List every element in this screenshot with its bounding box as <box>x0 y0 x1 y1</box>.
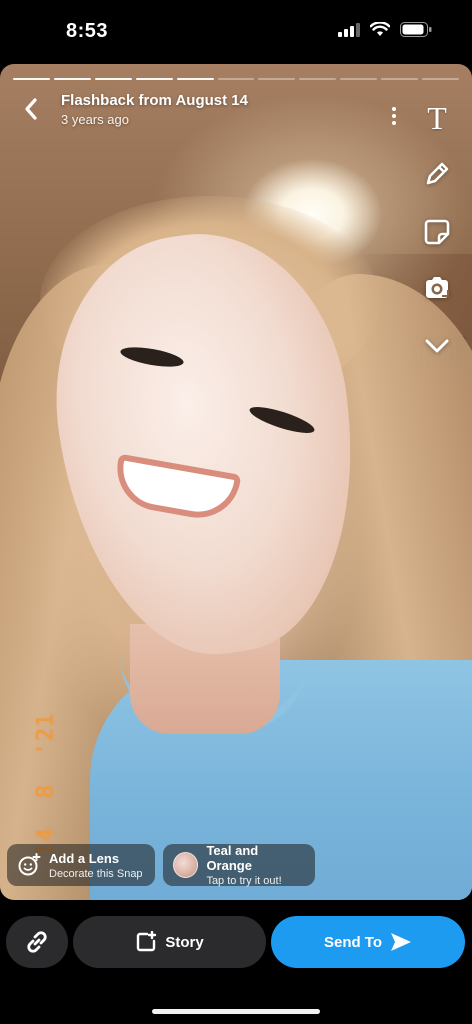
add-lens-button[interactable]: Add a Lens Decorate this Snap <box>7 844 155 886</box>
snap-title: Flashback from August 14 <box>61 92 248 109</box>
status-bar: 8:53 <box>0 0 472 64</box>
bottom-action-bar: Story Send To <box>0 912 472 974</box>
progress-segment <box>299 78 337 80</box>
more-dot-icon <box>392 121 396 125</box>
back-button[interactable] <box>16 94 46 124</box>
home-indicator[interactable] <box>152 1009 320 1014</box>
add-story-icon <box>137 931 157 952</box>
sticker-icon <box>424 219 450 245</box>
story-button[interactable]: Story <box>73 916 266 968</box>
smiley-plus-icon <box>18 853 41 876</box>
send-to-button[interactable]: Send To <box>271 916 465 968</box>
battery-icon <box>400 22 432 37</box>
lens-tool-button[interactable] <box>419 270 455 306</box>
progress-segment <box>176 78 214 80</box>
text-tool-button[interactable]: T <box>419 100 455 136</box>
chevron-left-icon <box>25 98 37 120</box>
story-label: Story <box>165 933 204 951</box>
status-icons <box>338 22 432 37</box>
progress-segment <box>13 78 50 80</box>
progress-segment <box>135 78 173 80</box>
progress-segment <box>217 78 255 80</box>
pencil-icon <box>426 162 449 185</box>
text-tool-icon: T <box>427 100 447 136</box>
cellular-signal-icon <box>338 22 360 37</box>
draw-tool-button[interactable] <box>419 156 455 192</box>
more-options-button[interactable] <box>386 104 402 128</box>
chevron-down-icon <box>425 339 449 353</box>
add-lens-subtitle: Decorate this Snap <box>49 867 143 880</box>
send-to-label: Send To <box>323 933 383 951</box>
teal-orange-filter-button[interactable]: Teal and Orange Tap to try it out! <box>163 843 315 887</box>
date-stamp-text: 14 8 '21 <box>33 712 59 856</box>
story-progress-bar <box>13 78 459 80</box>
link-button[interactable] <box>6 916 68 968</box>
add-lens-title: Add a Lens <box>49 850 120 866</box>
progress-segment <box>422 78 459 80</box>
link-icon <box>27 931 47 953</box>
progress-segment <box>381 78 419 80</box>
progress-segment <box>94 78 132 80</box>
snap-media[interactable]: Flashback from August 14 3 years ago T 1… <box>0 64 472 900</box>
filter-subtitle: Tap to try it out! <box>206 875 282 887</box>
send-arrow-icon <box>391 933 412 951</box>
progress-segment <box>258 78 296 80</box>
filter-preview-avatar <box>173 852 199 878</box>
more-dot-icon <box>392 114 396 118</box>
sticker-tool-button[interactable] <box>419 214 455 250</box>
snap-subtitle: 3 years ago <box>61 112 129 127</box>
filter-title: Teal and Orange <box>206 843 259 873</box>
camera-lens-icon <box>426 277 449 298</box>
date-stamp: 14 8 '21 <box>16 713 76 855</box>
progress-segment <box>53 78 91 80</box>
wifi-icon <box>370 22 390 36</box>
status-time: 8:53 <box>66 20 109 42</box>
more-dot-icon <box>392 107 396 111</box>
progress-segment <box>340 78 378 80</box>
expand-tools-button[interactable] <box>419 328 455 364</box>
